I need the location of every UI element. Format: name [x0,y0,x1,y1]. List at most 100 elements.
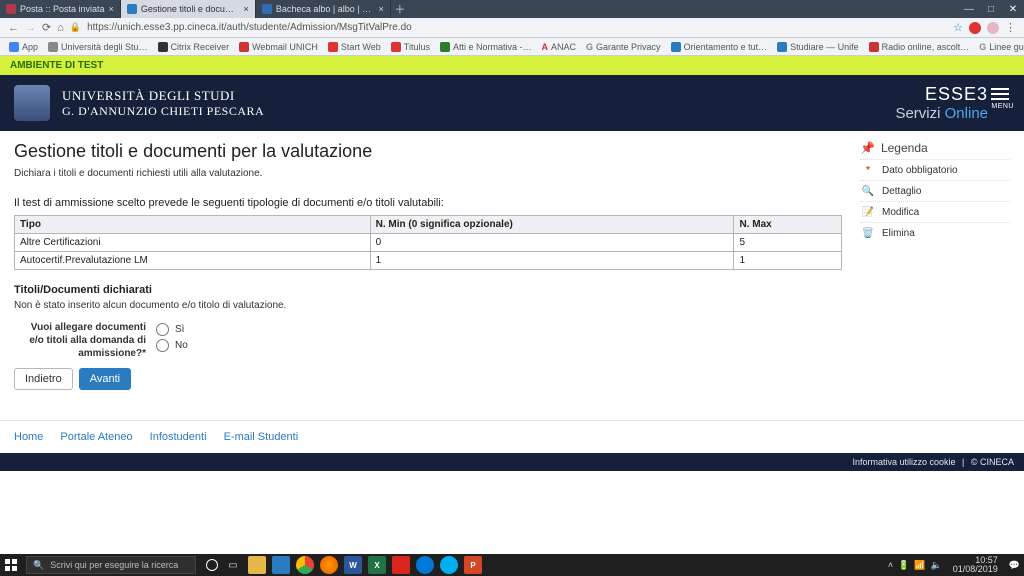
taskbar-search[interactable]: 🔍 Scrivi qui per eseguire la ricerca [26,556,196,574]
maximize-button[interactable]: □ [980,0,1002,18]
battery-icon[interactable]: 🔋 [898,560,909,571]
menu-button[interactable]: MENU [991,85,1014,110]
legend-label: Modifica [882,207,919,218]
window-controls: — □ ✕ [958,0,1024,18]
skype-icon[interactable] [440,556,458,574]
firefox-icon[interactable] [320,556,338,574]
bookmark-item[interactable]: Studiare — Unife [774,40,862,54]
taskview-icon[interactable]: ▭ [224,556,242,574]
site-header: UNIVERSITÀ DEGLI STUDI G. D'ANNUNZIO CHI… [0,75,1024,131]
cell-tipo: Altre Certificazioni [15,234,371,252]
footer-link-portale[interactable]: Portale Ateneo [60,431,132,443]
legend-item-required: * Dato obbligatorio [860,159,1010,180]
apps-label: App [22,42,38,52]
close-icon[interactable]: × [379,4,384,14]
bookmark-item[interactable]: Università degli Stu… [45,40,151,54]
bookmark-label: Start Web [341,42,381,52]
bookmark-item[interactable]: AANAC [539,40,580,54]
bookmark-label: ANAC [551,42,576,52]
chrome-icon[interactable] [296,556,314,574]
extension-icon[interactable] [987,22,999,34]
cortana-icon[interactable] [206,559,218,571]
radio-yes-label: Sì [175,324,184,335]
bookmark-label: Titulus [404,42,430,52]
university-name: UNIVERSITÀ DEGLI STUDI G. D'ANNUNZIO CHI… [62,88,264,119]
reload-button[interactable]: ⟳ [42,21,51,34]
volume-icon[interactable]: 🔈 [931,560,942,571]
declared-text: Non è stato inserito alcun documento e/o… [14,300,842,311]
footer-link-email[interactable]: E-mail Studenti [224,431,299,443]
tab-mail[interactable]: Posta :: Posta inviata × [0,0,121,18]
start-button[interactable] [0,554,22,576]
question-row: Vuoi allegare documenti e/o titoli alla … [14,321,842,360]
bookmark-item[interactable]: Titulus [388,40,433,54]
bookmark-label: Radio online, ascolt… [882,42,970,52]
bookmark-item[interactable]: Start Web [325,40,384,54]
close-icon[interactable]: × [244,4,249,14]
footer-link-infostudenti[interactable]: Infostudenti [150,431,207,443]
bookmark-label: Studiare — Unife [790,42,859,52]
legend-title: 📌 Legenda [860,141,1010,155]
notifications-icon[interactable]: 💬 [1009,560,1020,571]
acrobat-icon[interactable] [392,556,410,574]
back-button[interactable]: Indietro [14,368,73,390]
cookies-link[interactable]: Informativa utilizzo cookie [852,457,955,467]
hamburger-icon [991,88,1014,100]
browser-tabs: Posta :: Posta inviata × Gestione titoli… [0,0,1024,18]
taskbar-pinned: ▭ W X P [206,556,482,574]
bookmark-item[interactable]: GGarante Privacy [583,40,664,54]
cineca-link[interactable]: © CINECA [971,457,1014,467]
bookmark-item[interactable]: Orientamento e tut… [668,40,771,54]
word-icon[interactable]: W [344,556,362,574]
close-icon[interactable]: × [109,4,114,14]
footer-bar: Informativa utilizzo cookie | © CINECA [0,453,1024,471]
cell-min: 1 [370,252,734,270]
bookmark-item[interactable]: Radio online, ascolt… [866,40,973,54]
edge-icon[interactable] [416,556,434,574]
powerpoint-icon[interactable]: P [464,556,482,574]
close-window-button[interactable]: ✕ [1002,0,1024,18]
taskbar-clock[interactable]: 10:57 01/08/2019 [947,556,1004,574]
bookmark-item[interactable]: Citrix Receiver [155,40,233,54]
footer-sep: | [962,457,964,467]
footer-link-home[interactable]: Home [14,431,43,443]
bookmark-item[interactable]: Atti e Normativa -… [437,40,535,54]
apps-button[interactable]: App [6,40,41,54]
radio-no[interactable]: No [156,337,188,353]
home-button[interactable]: ⌂ [57,22,64,34]
system-tray: ˄ 🔋 📶 🔈 10:57 01/08/2019 💬 [888,556,1024,574]
clock-date: 01/08/2019 [953,565,998,574]
forward-button[interactable]: → [25,22,36,34]
brand-servizi: Servizi [895,105,944,122]
bookmark-item[interactable]: GLinee guida del Gar… [976,40,1024,54]
menu-kebab-icon[interactable]: ⋮ [1005,21,1016,34]
next-button[interactable]: Avanti [79,368,131,390]
radio-no-input[interactable] [156,339,169,352]
star-icon[interactable]: ☆ [953,21,963,34]
legend-item-edit: 📝 Modifica [860,201,1010,222]
radio-yes-input[interactable] [156,323,169,336]
radio-yes[interactable]: Sì [156,321,188,337]
legend-item-delete: 🗑️ Elimina [860,222,1010,243]
explorer-icon[interactable] [248,556,266,574]
url-field[interactable]: https://unich.esse3.pp.cineca.it/auth/st… [87,22,947,33]
section-lead: Il test di ammissione scelto prevede le … [14,197,842,209]
th-tipo: Tipo [15,216,371,234]
uni-name-line2: G. D'ANNUNZIO CHIETI PESCARA [62,104,264,119]
cell-max: 1 [734,252,842,270]
favicon-albo [262,4,272,14]
minimize-button[interactable]: — [958,0,980,18]
bookmark-label: Webmail UNICH [252,42,318,52]
back-button[interactable]: ← [8,22,19,34]
tray-chevron-icon[interactable]: ˄ [888,560,893,570]
bookmark-item[interactable]: Webmail UNICH [236,40,321,54]
favicon-esse3 [127,4,137,14]
tab-esse3[interactable]: Gestione titoli e documenti per × [121,0,256,18]
tab-albo[interactable]: Bacheca albo | albo | Università × [256,0,391,18]
new-tab-button[interactable]: ＋ [391,0,409,18]
excel-icon[interactable]: X [368,556,386,574]
extension-icon[interactable] [969,22,981,34]
magnifier-icon: 🔍 [862,185,874,197]
store-icon[interactable] [272,556,290,574]
wifi-icon[interactable]: 📶 [914,560,925,571]
